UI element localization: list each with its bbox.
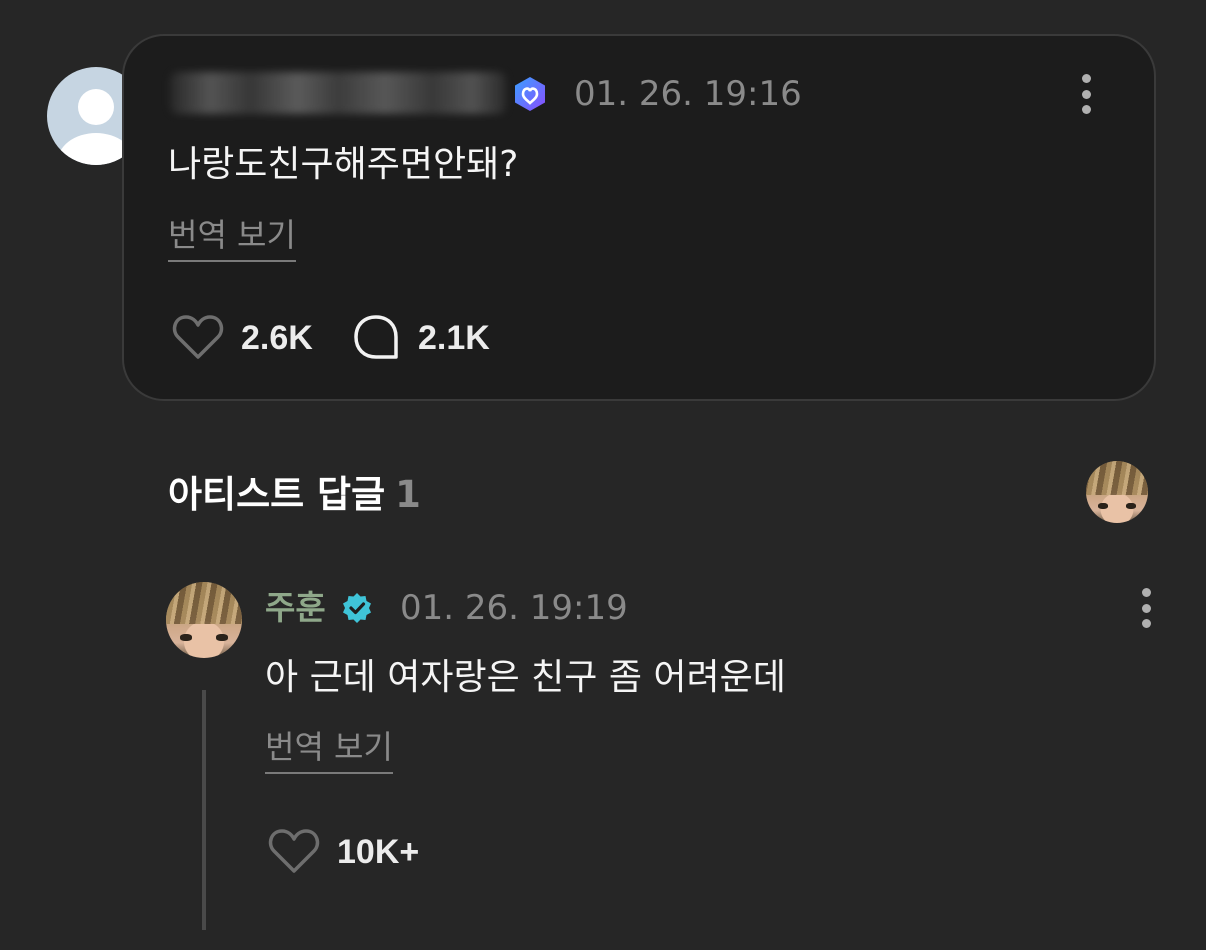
reply-timestamp: 01. 26. 19:19	[400, 588, 628, 628]
artist-replies-label: 아티스트 답글	[168, 473, 386, 516]
post-timestamp: 01. 26. 19:16	[574, 74, 802, 114]
comment-count: 2.1K	[418, 319, 490, 357]
heart-icon[interactable]	[268, 827, 320, 875]
verified-badge-icon	[343, 593, 371, 623]
artist-avatar[interactable]	[1086, 461, 1148, 523]
more-options-icon[interactable]	[1080, 74, 1092, 114]
reply-translate-link[interactable]: 번역 보기	[265, 728, 393, 774]
reply-like-count: 10K+	[337, 833, 420, 871]
like-count: 2.6K	[241, 319, 313, 357]
artist-replies-count: 1	[395, 473, 421, 516]
reply-avatar[interactable]	[166, 582, 242, 658]
artist-replies-title: 아티스트 답글 1	[168, 472, 421, 518]
more-options-icon[interactable]	[1140, 588, 1152, 628]
post-text: 나랑도친구해주면안돼?	[168, 144, 519, 185]
membership-badge-icon	[515, 77, 545, 111]
thread-line	[202, 690, 206, 930]
translate-link[interactable]: 번역 보기	[168, 216, 296, 262]
heart-icon[interactable]	[172, 313, 224, 361]
reply-username[interactable]: 주훈	[265, 588, 326, 628]
reply-text: 아 근데 여자랑은 친구 좀 어려운데	[265, 657, 786, 698]
blurred-username[interactable]	[170, 72, 506, 114]
comment-icon[interactable]	[350, 313, 402, 361]
